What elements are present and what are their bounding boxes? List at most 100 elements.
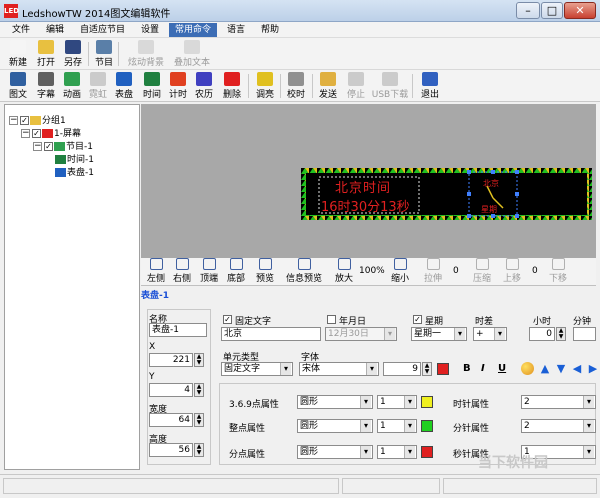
- tree-node[interactable]: 时间-1: [5, 154, 139, 166]
- ptool-0[interactable]: 左侧: [144, 258, 168, 286]
- tool-toolbar1-2[interactable]: 另存: [60, 40, 86, 68]
- ptool-8[interactable]: 拉伸: [422, 258, 444, 286]
- ptool-2[interactable]: 顶端: [196, 258, 222, 286]
- x-spinner[interactable]: ▲ ▼: [194, 353, 204, 367]
- tool-toolbar2-4[interactable]: 表盘: [112, 72, 136, 100]
- tool-toolbar1-3[interactable]: 节目: [92, 40, 116, 68]
- tool-toolbar2-5[interactable]: 时间: [140, 72, 164, 100]
- tool-toolbar2-14[interactable]: 退出: [418, 72, 442, 100]
- underline-button[interactable]: U: [498, 363, 506, 374]
- ptool-11[interactable]: 下移: [546, 258, 570, 286]
- tool-toolbar1-1[interactable]: 打开: [34, 40, 58, 68]
- ptool-9[interactable]: 压缩: [470, 258, 494, 286]
- tool-toolbar2-9[interactable]: 调亮: [252, 72, 278, 100]
- tree-checkbox[interactable]: ✓: [20, 116, 29, 125]
- move-right-arrow-icon[interactable]: ▶: [587, 363, 599, 375]
- hour-point-color-swatch[interactable]: [421, 420, 433, 432]
- tree-collapse-icon[interactable]: −: [21, 129, 30, 138]
- ptool-7[interactable]: 缩小: [388, 258, 412, 286]
- font-size-spinner[interactable]: ▲ ▼: [422, 362, 432, 376]
- tool-toolbar2-2[interactable]: 动画: [60, 72, 84, 100]
- tool-toolbar2-3[interactable]: 霓虹: [86, 72, 110, 100]
- week-select[interactable]: 星期一: [411, 327, 467, 341]
- width-input[interactable]: 64: [149, 413, 193, 427]
- ptool-3[interactable]: 底部: [224, 258, 248, 286]
- tree-node[interactable]: − ✓ 分组1: [5, 115, 139, 127]
- ptool-10[interactable]: 上移: [500, 258, 524, 286]
- maximize-button[interactable]: □: [541, 2, 563, 19]
- menu-4[interactable]: 常用命令: [169, 23, 218, 37]
- minute-point-size-select[interactable]: 1: [377, 445, 417, 459]
- name-input[interactable]: 表盘-1: [149, 323, 207, 337]
- tree-node[interactable]: − ✓ 1-屏幕: [5, 128, 139, 140]
- move-down-arrow-icon[interactable]: ▼: [555, 363, 567, 375]
- ptool-1[interactable]: 右侧: [170, 258, 194, 286]
- date-select[interactable]: 12月30日: [325, 327, 397, 341]
- tree-checkbox[interactable]: ✓: [44, 142, 53, 151]
- week-checkbox[interactable]: ✓: [413, 315, 422, 324]
- minute-point-color-swatch[interactable]: [421, 446, 433, 458]
- width-spinner[interactable]: ▲ ▼: [194, 413, 204, 427]
- close-button[interactable]: ✕: [564, 2, 596, 19]
- tool-toolbar2-6[interactable]: 计时: [166, 72, 190, 100]
- italic-button[interactable]: I: [481, 363, 485, 374]
- ptool-4[interactable]: 预览: [254, 258, 276, 286]
- y-input[interactable]: 4: [149, 383, 193, 397]
- p369-size-select[interactable]: 1: [377, 395, 417, 409]
- color-palette-icon[interactable]: [521, 362, 534, 375]
- date-checkbox[interactable]: [327, 315, 336, 324]
- move-up-arrow-icon[interactable]: ▲: [539, 363, 551, 375]
- tool-toolbar2-7[interactable]: 农历: [192, 72, 216, 100]
- font-color-swatch[interactable]: [437, 363, 449, 375]
- timezone-select[interactable]: +: [473, 327, 507, 341]
- screen-icon: [42, 129, 53, 138]
- ptool-6[interactable]: 放大: [332, 258, 356, 286]
- p369-color-swatch[interactable]: [421, 396, 433, 408]
- menu-5[interactable]: 语言: [221, 23, 251, 37]
- tool-toolbar2-10[interactable]: 校时: [284, 72, 308, 100]
- bold-button[interactable]: B: [463, 363, 471, 374]
- x-input[interactable]: 221: [149, 353, 193, 367]
- fixed-text-input[interactable]: 北京: [221, 327, 321, 341]
- font-size-input[interactable]: 9: [383, 362, 421, 376]
- tree-checkbox[interactable]: ✓: [32, 129, 41, 138]
- menu-0[interactable]: 文件: [6, 23, 36, 37]
- tree-node[interactable]: 表盘-1: [5, 167, 139, 179]
- font-select[interactable]: 宋体: [299, 362, 379, 376]
- hour-hand-select[interactable]: 2: [521, 395, 596, 409]
- tool-toolbar1-4[interactable]: 炫动背景: [124, 40, 168, 68]
- ptool-5[interactable]: 信息预览: [282, 258, 326, 286]
- hour-point-size-select[interactable]: 1: [377, 419, 417, 433]
- tree-collapse-icon[interactable]: −: [33, 142, 42, 151]
- tool-toolbar1-5[interactable]: 叠加文本: [170, 40, 214, 68]
- tool-toolbar2-12[interactable]: 停止: [344, 72, 368, 100]
- height-spinner[interactable]: ▲ ▼: [194, 443, 204, 457]
- hour-offset-spinner[interactable]: ▲ ▼: [556, 327, 566, 341]
- height-input[interactable]: 56: [149, 443, 193, 457]
- menu-6[interactable]: 帮助: [255, 23, 285, 37]
- unit-type-select[interactable]: 固定文字: [221, 362, 293, 376]
- hour-point-shape-select[interactable]: 圆形: [297, 419, 373, 433]
- minute-offset-input[interactable]: [573, 327, 596, 341]
- hour-offset-input[interactable]: 0: [529, 327, 555, 341]
- minimize-button[interactable]: –: [516, 2, 540, 19]
- led-screen[interactable]: 北京时间 16时30分13秒 北京 星期: [301, 168, 592, 220]
- tree-collapse-icon[interactable]: −: [9, 116, 18, 125]
- tree-node[interactable]: − ✓ 节目-1: [5, 141, 139, 153]
- p369-shape-select[interactable]: 圆形: [297, 395, 373, 409]
- fixed-text-checkbox[interactable]: ✓: [223, 315, 232, 324]
- minute-hand-select[interactable]: 2: [521, 419, 596, 433]
- move-left-arrow-icon[interactable]: ◀: [571, 363, 583, 375]
- program-tree[interactable]: − ✓ 分组1− ✓ 1-屏幕 − ✓ 节目-1 时间-1 表盘-1: [4, 104, 140, 470]
- tool-toolbar2-1[interactable]: 字幕: [34, 72, 58, 100]
- minute-point-shape-select[interactable]: 圆形: [297, 445, 373, 459]
- menu-1[interactable]: 编辑: [40, 23, 70, 37]
- menu-2[interactable]: 自适应节目: [74, 23, 131, 37]
- tool-toolbar2-8[interactable]: 删除: [220, 72, 244, 100]
- tool-toolbar1-0[interactable]: 新建: [6, 40, 30, 68]
- menu-3[interactable]: 设置: [135, 23, 165, 37]
- tool-toolbar2-11[interactable]: 发送: [316, 72, 340, 100]
- tool-toolbar2-0[interactable]: 图文: [6, 72, 30, 100]
- tool-toolbar2-13[interactable]: USB下载: [370, 72, 410, 100]
- y-spinner[interactable]: ▲ ▼: [194, 383, 204, 397]
